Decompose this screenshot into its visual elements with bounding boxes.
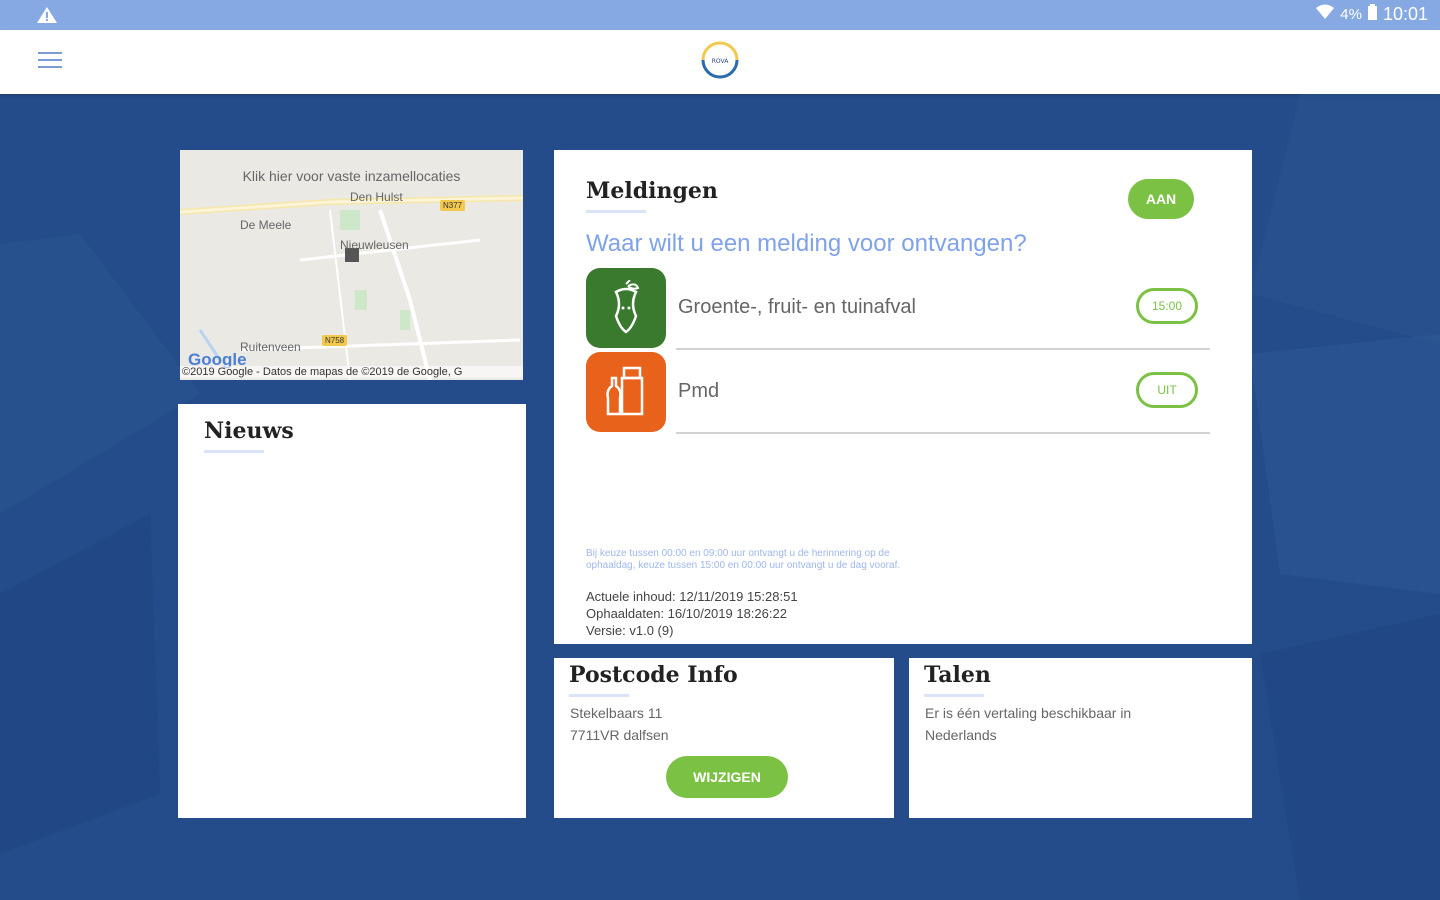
map-label-nieuwleusen: Nieuwleusen bbox=[340, 238, 409, 252]
battery-icon bbox=[1367, 4, 1377, 25]
app-logo: ROVA bbox=[700, 40, 740, 80]
battery-percentage: 4% bbox=[1340, 6, 1362, 23]
warning-icon bbox=[36, 6, 58, 29]
content-updated: Actuele inhoud: 12/11/2019 15:28:51 bbox=[586, 589, 798, 604]
wifi-icon bbox=[1316, 4, 1335, 25]
gft-time-button[interactable]: 15:00 bbox=[1136, 288, 1198, 324]
app-bar: ROVA bbox=[0, 30, 1440, 94]
divider bbox=[676, 348, 1210, 350]
news-card: Nieuws bbox=[178, 404, 526, 818]
languages-text: Er is één vertaling beschikbaar in Neder… bbox=[925, 705, 1132, 743]
map-hint-text: Klik hier voor vaste inzamellocaties bbox=[242, 168, 461, 184]
app-version: Versie: v1.0 (9) bbox=[586, 623, 674, 638]
notifications-toggle[interactable]: AAN bbox=[1128, 179, 1194, 219]
postcode-card: Postcode Info Stekelbaars 11 7711VR dalf… bbox=[554, 658, 894, 818]
map-label-den-hulst: Den Hulst bbox=[350, 190, 403, 204]
road-badge-n377: N377 bbox=[440, 200, 466, 211]
news-title: Nieuws bbox=[204, 418, 294, 444]
map-label-ruitenveen: Ruitenveen bbox=[240, 340, 301, 354]
change-address-button[interactable]: WIJZIGEN bbox=[666, 756, 788, 798]
notification-info-note: Bij keuze tussen 00:00 en 09:00 uur ontv… bbox=[586, 548, 901, 571]
notifications-card: Meldingen AAN Waar wilt u een melding vo… bbox=[554, 150, 1252, 644]
postcode-title: Postcode Info bbox=[569, 662, 738, 688]
waste-row-pmd[interactable]: Pmd UIT bbox=[586, 352, 1210, 434]
pmd-toggle-button[interactable]: UIT bbox=[1136, 372, 1198, 408]
map-card[interactable]: Klik hier voor vaste inzamellocaties Den… bbox=[180, 150, 523, 380]
pickup-dates-updated: Ophaaldaten: 16/10/2019 18:26:22 bbox=[586, 606, 787, 621]
languages-card: Talen Er is één vertaling beschikbaar in… bbox=[909, 658, 1252, 818]
postcode-title-underline bbox=[569, 694, 629, 697]
clock: 10:01 bbox=[1382, 4, 1428, 24]
waste-row-gft[interactable]: Groente-, fruit- en tuinafval 15:00 bbox=[586, 268, 1210, 350]
address-street: Stekelbaars 11 bbox=[570, 705, 663, 721]
map-copyright: ©2019 Google - Datos de mapas de ©2019 d… bbox=[180, 366, 523, 378]
notifications-question: Waar wilt u een melding voor ontvangen? bbox=[586, 230, 1027, 257]
divider bbox=[676, 432, 1210, 434]
map-image bbox=[180, 150, 523, 380]
news-title-underline bbox=[204, 450, 264, 453]
apple-core-icon bbox=[586, 268, 666, 348]
languages-title: Talen bbox=[924, 662, 991, 688]
waste-label-pmd: Pmd bbox=[678, 380, 720, 402]
hamburger-menu-icon[interactable] bbox=[38, 52, 62, 72]
road-badge-n758: N758 bbox=[322, 335, 348, 346]
status-bar: 4% 10:01 bbox=[0, 0, 1440, 30]
svg-text:ROVA: ROVA bbox=[712, 58, 730, 65]
waste-label-gft: Groente-, fruit- en tuinafval bbox=[678, 296, 916, 318]
bottles-icon bbox=[586, 352, 666, 432]
languages-title-underline bbox=[924, 694, 984, 697]
notifications-title: Meldingen bbox=[586, 178, 718, 204]
notifications-title-underline bbox=[586, 210, 646, 213]
map-label-de-meele: De Meele bbox=[240, 218, 292, 232]
address-city: 7711VR dalfsen bbox=[570, 727, 669, 743]
